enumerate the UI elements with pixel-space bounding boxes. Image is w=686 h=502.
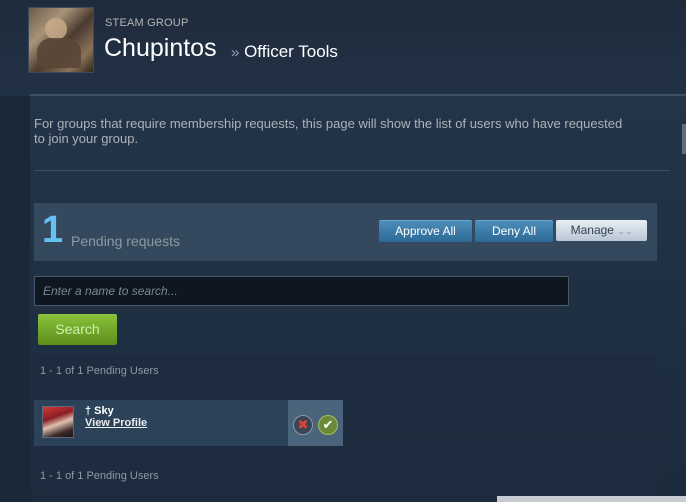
group-header [0, 0, 686, 96]
deny-all-button[interactable]: Deny All [475, 220, 553, 242]
manage-label: Manage [570, 223, 614, 237]
intro-text: For groups that require membership reque… [34, 116, 623, 146]
page-title: Officer Tools [244, 42, 338, 61]
search-input[interactable] [34, 276, 569, 306]
member-name: † Sky [85, 405, 114, 417]
group-avatar[interactable] [28, 7, 94, 73]
group-name[interactable]: Chupintos [104, 34, 217, 63]
section-divider [34, 170, 670, 171]
pager-top-text: 1 - 1 of 1 Pending Users [40, 365, 159, 377]
x-icon[interactable]: ✖ [293, 415, 313, 435]
pager-bottom: 1 - 1 of 1 Pending Users [34, 460, 657, 494]
approve-all-button[interactable]: Approve All [379, 220, 472, 242]
group-type-label: STEAM GROUP [105, 17, 189, 29]
pager-bottom-text: 1 - 1 of 1 Pending Users [40, 470, 159, 482]
scrollbar-thumb[interactable] [682, 124, 686, 154]
breadcrumb: » Officer Tools [231, 42, 338, 62]
member-avatar[interactable] [42, 406, 74, 438]
breadcrumb-separator: » [231, 44, 240, 61]
view-profile-link[interactable]: View Profile [85, 417, 147, 429]
bottom-overlay-bar [497, 496, 686, 502]
search-button[interactable]: Search [38, 314, 117, 345]
pending-count: 1 [42, 209, 64, 251]
pager-top: 1 - 1 of 1 Pending Users [34, 355, 657, 389]
pending-label: Pending requests [71, 233, 180, 249]
check-icon[interactable]: ✔ [318, 415, 338, 435]
chevron-down-icon: ⌄⌄ [617, 226, 633, 236]
manage-dropdown-button[interactable]: Manage ⌄⌄ [556, 220, 647, 241]
